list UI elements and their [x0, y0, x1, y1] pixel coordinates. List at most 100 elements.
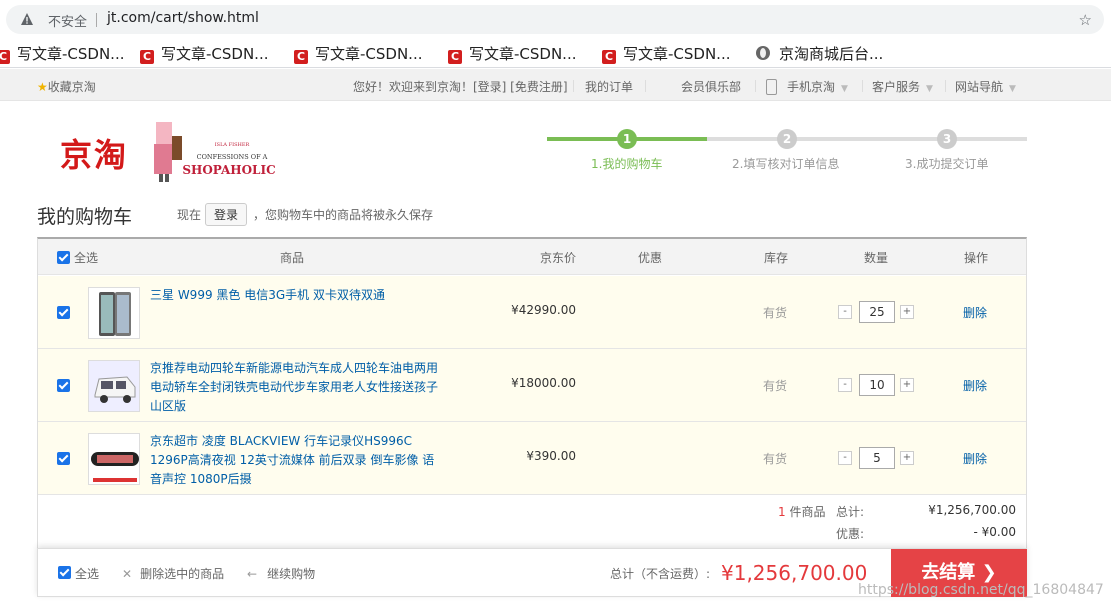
chevron-down-icon: ▼	[1009, 84, 1016, 94]
column-discount: 优惠	[638, 251, 663, 265]
nav-divider	[645, 80, 646, 92]
watermark-text: https://blog.csdn.net/qq_16804847	[858, 582, 1104, 598]
url-field[interactable]: 不安全 jt.com/cart/show.html ☆	[6, 5, 1104, 34]
url-text[interactable]: jt.com/cart/show.html	[107, 10, 259, 26]
footer-select-all-checkbox[interactable]	[58, 566, 71, 579]
phone-image	[99, 292, 131, 336]
column-stock: 库存	[764, 251, 789, 265]
product-price: ¥390.00	[526, 449, 576, 463]
select-all-label: 全选	[74, 251, 99, 265]
customer-service-link[interactable]: 客户服务 ▼	[872, 78, 933, 95]
chevron-right-icon: ❯	[981, 562, 997, 583]
qty-plus-button[interactable]: +	[900, 378, 914, 392]
step-label-3: 3.成功提交订单	[905, 157, 989, 171]
footer-select-all-label[interactable]: 全选	[75, 565, 99, 582]
security-label[interactable]: 不安全	[48, 11, 87, 30]
qty-input[interactable]: 10	[859, 374, 895, 396]
nav-divider	[945, 80, 946, 92]
welcome-text[interactable]: 您好！欢迎来到京淘！[登录] [免费注册]	[353, 78, 568, 95]
product-image[interactable]	[88, 433, 140, 485]
item-checkbox[interactable]	[57, 379, 70, 392]
url-separator	[96, 13, 97, 27]
site-nav-link[interactable]: 网站导航 ▼	[955, 78, 1016, 95]
dashcam-image	[89, 434, 139, 484]
page-title: 我的购物车	[37, 206, 133, 228]
column-price: 京东价	[540, 251, 577, 265]
bookmark-star-icon[interactable]: ☆	[1079, 11, 1092, 29]
nav-divider	[573, 80, 574, 92]
item-checkbox[interactable]	[57, 452, 70, 465]
checkout-steps: 1 2 3 1.我的购物车 2.填写核对订单信息 3.成功提交订单	[547, 128, 1027, 173]
car-image	[89, 361, 139, 411]
browser-address-bar: 不安全 jt.com/cart/show.html ☆	[0, 0, 1111, 38]
member-club-link[interactable]: 会员俱乐部	[681, 78, 741, 95]
bookmark-item[interactable]: C 写文章-CSDN...	[448, 43, 576, 64]
step-dot-2: 2	[777, 129, 797, 149]
step-label-1: 1.我的购物车	[591, 157, 663, 171]
delete-selected-button[interactable]: ✕ 删除选中的商品	[122, 565, 224, 582]
mobile-link[interactable]: 手机京淘 ▼	[766, 78, 848, 95]
banner-line2: CONFESSIONS OF A	[197, 153, 268, 161]
table-row: 三星 W999 黑色 电信3G手机 双卡双待双通 ¥42990.00 有货 - …	[38, 276, 1026, 349]
login-button[interactable]: 登录	[205, 203, 248, 226]
site-logo[interactable]: 京淘	[60, 130, 128, 176]
product-price: ¥18000.00	[511, 376, 576, 390]
footer-total-label: 总计（不含运费）:	[610, 567, 711, 581]
item-checkbox[interactable]	[57, 306, 70, 319]
item-count: 1 件商品	[778, 505, 826, 519]
column-quantity: 数量	[864, 251, 889, 265]
step-track-pending	[707, 137, 1027, 141]
continue-shopping-link[interactable]: ← 继续购物	[247, 565, 315, 582]
shopaholic-banner: ISLA FISHER CONFESSIONS OF A SHOPAHOLIC	[152, 122, 280, 182]
csdn-icon: C	[0, 50, 10, 64]
table-row: 京推荐电动四轮车新能源电动汽车成人四轮车油电两用电动轿车全封闭铁壳电动代步车家用…	[38, 349, 1026, 422]
step-label-2: 2.填写核对订单信息	[732, 157, 840, 171]
table-row: 京东超市 凌度 BLACKVIEW 行车记录仪HS996C 1296P高清夜视 …	[38, 422, 1026, 495]
qty-minus-button[interactable]: -	[838, 451, 852, 465]
product-name-link[interactable]: 京推荐电动四轮车新能源电动汽车成人四轮车油电两用电动轿车全封闭铁壳电动代步车家用…	[150, 359, 440, 416]
qty-minus-button[interactable]: -	[838, 305, 852, 319]
csdn-icon: C	[448, 50, 462, 64]
delete-link[interactable]: 删除	[963, 304, 987, 321]
select-all-checkbox[interactable]	[57, 251, 70, 264]
stock-status: 有货	[763, 379, 788, 393]
product-price: ¥42990.00	[511, 303, 576, 317]
step-dot-3: 3	[937, 129, 957, 149]
summary-discount-label: 优惠:	[836, 527, 865, 541]
qty-input[interactable]: 5	[859, 447, 895, 469]
qty-minus-button[interactable]: -	[838, 378, 852, 392]
arrow-left-icon: ←	[247, 567, 258, 581]
delete-link[interactable]: 删除	[963, 450, 987, 467]
csdn-icon: C	[140, 50, 154, 64]
nav-divider	[862, 80, 863, 92]
product-name-link[interactable]: 三星 W999 黑色 电信3G手机 双卡双待双通	[150, 286, 440, 305]
bookmark-item[interactable]: C 写文章-CSDN...	[140, 43, 268, 64]
close-icon: ✕	[122, 567, 133, 581]
csdn-icon: C	[602, 50, 616, 64]
banner-line3: SHOPAHOLIC	[182, 163, 275, 177]
product-image[interactable]	[88, 287, 140, 339]
table-header: 全选 商品 京东价 优惠 库存 数量 操作	[38, 239, 1026, 275]
bookmark-item[interactable]: C 写文章-CSDN...	[602, 43, 730, 64]
cart-table: 全选 商品 京东价 优惠 库存 数量 操作 三星 W999 黑色 电信3G手机 …	[37, 237, 1027, 549]
quantity-stepper: - 5 +	[838, 447, 918, 469]
qty-plus-button[interactable]: +	[900, 451, 914, 465]
product-name-link[interactable]: 京东超市 凌度 BLACKVIEW 行车记录仪HS996C 1296P高清夜视 …	[150, 432, 440, 489]
summary-total-value: ¥1,256,700.00	[928, 503, 1016, 517]
summary-discount-value: - ¥0.00	[973, 525, 1017, 539]
chevron-down-icon: ▼	[926, 84, 933, 94]
bookmark-item[interactable]: C 写文章-CSDN...	[294, 43, 422, 64]
bookmark-item[interactable]: C 写文章-CSDN...	[0, 43, 124, 64]
qty-input[interactable]: 25	[859, 301, 895, 323]
bookmark-item[interactable]: 京淘商城后台...	[756, 43, 883, 64]
my-orders-link[interactable]: 我的订单	[585, 78, 633, 95]
chevron-down-icon: ▼	[841, 84, 848, 94]
qty-plus-button[interactable]: +	[900, 305, 914, 319]
warning-icon	[21, 13, 33, 25]
quantity-stepper: - 10 +	[838, 374, 918, 396]
phone-icon	[766, 79, 777, 95]
delete-link[interactable]: 删除	[963, 377, 987, 394]
product-image[interactable]	[88, 360, 140, 412]
column-product: 商品	[280, 251, 305, 265]
favorite-link[interactable]: ★收藏京淘	[37, 78, 96, 95]
